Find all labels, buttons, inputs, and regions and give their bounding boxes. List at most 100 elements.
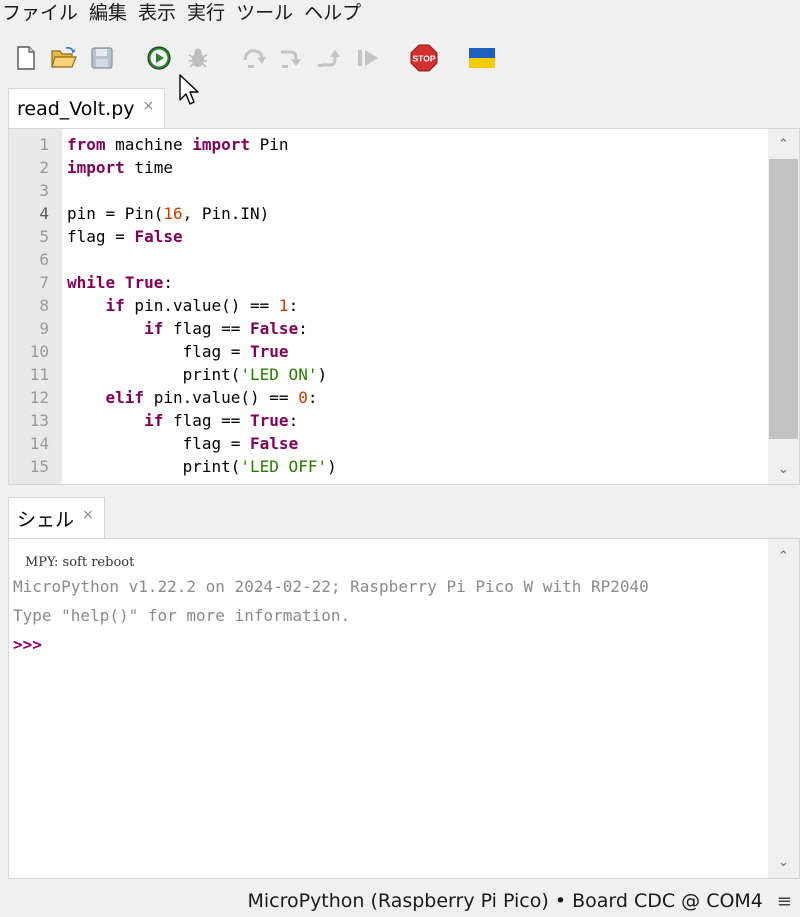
stop-icon: STOP <box>410 44 438 72</box>
save-file-button[interactable] <box>86 38 118 78</box>
interpreter-status[interactable]: MicroPython (Raspberry Pi Pico) • Board … <box>247 890 762 912</box>
ukraine-flag-icon <box>469 48 495 68</box>
line-number: 5 <box>39 227 49 246</box>
line-number: 6 <box>39 250 49 269</box>
scroll-up-arrow-icon[interactable]: ⌃ <box>768 541 799 571</box>
menu-edit[interactable]: 編集 <box>89 0 127 26</box>
shell-tab-title: シェル <box>17 508 75 531</box>
code-line[interactable]: 11 print('LED ON') <box>9 363 769 386</box>
toolbar: STOP <box>0 38 800 78</box>
scroll-down-arrow-icon[interactable]: ⌄ <box>768 454 799 484</box>
scroll-down-arrow-icon[interactable]: ⌄ <box>768 847 799 877</box>
code-area[interactable]: 1 from machine import Pin 2 import time 3 4 pi… <box>9 133 769 478</box>
run-icon <box>147 46 171 70</box>
code-line[interactable]: 3 <box>9 179 769 202</box>
new-file-icon <box>17 46 35 70</box>
shell-reboot-message: MPY: soft reboot <box>25 555 135 570</box>
step-over-icon <box>243 49 266 68</box>
line-number: 1 <box>39 135 49 154</box>
stop-button[interactable]: STOP <box>408 38 440 78</box>
line-number: 11 <box>29 365 49 384</box>
shell-banner: MicroPython v1.22.2 on 2024-02-22; Raspb… <box>13 577 649 596</box>
line-number: 15 <box>29 457 49 476</box>
editor-tab-bar: read_Volt.py × <box>0 88 800 128</box>
resume-button[interactable] <box>352 38 384 78</box>
line-number: 12 <box>29 388 49 407</box>
line-number: 8 <box>39 296 49 315</box>
code-line[interactable]: 2 import time <box>9 156 769 179</box>
step-over-button[interactable] <box>238 38 270 78</box>
debug-button[interactable] <box>182 38 214 78</box>
shell-prompt[interactable]: >>> <box>13 635 42 654</box>
shell-console[interactable]: MPY: soft reboot MicroPython v1.22.2 on … <box>8 538 800 879</box>
line-number: 14 <box>29 434 49 453</box>
line-number: 13 <box>29 411 49 430</box>
new-file-button[interactable] <box>10 38 42 78</box>
menu-tools[interactable]: ツール <box>236 0 293 26</box>
editor-vertical-scrollbar[interactable]: ⌃ ⌄ <box>768 129 799 484</box>
code-line[interactable]: 15 print('LED OFF') <box>9 455 769 478</box>
code-text: from machine import Pin <box>67 135 289 154</box>
code-line[interactable]: 5 flag = False <box>9 225 769 248</box>
menu-help[interactable]: ヘルプ <box>304 0 361 26</box>
code-text: if flag == False: <box>144 319 308 338</box>
code-line[interactable]: 13 if flag == True: <box>9 409 769 432</box>
resume-icon <box>358 50 378 66</box>
stop-label: STOP <box>413 54 436 64</box>
close-icon[interactable]: × <box>82 507 94 523</box>
step-into-icon <box>281 50 301 68</box>
code-text: pin = Pin(16, Pin.IN) <box>67 204 270 223</box>
code-line[interactable]: 1 from machine import Pin <box>9 133 769 156</box>
code-line[interactable]: 9 if flag == False: <box>9 317 769 340</box>
run-button[interactable] <box>143 38 175 78</box>
menu-bar: ファイル 編集 表示 実行 ツール ヘルプ <box>0 0 800 26</box>
scroll-thumb[interactable] <box>769 159 798 439</box>
mouse-pointer-icon <box>179 74 199 105</box>
code-line[interactable]: 6 <box>9 248 769 271</box>
step-into-button[interactable] <box>275 38 307 78</box>
shell-vertical-scrollbar[interactable]: ⌃ ⌄ <box>768 539 799 878</box>
step-out-icon <box>318 50 340 67</box>
code-text: flag = False <box>67 434 299 453</box>
ukraine-flag-button[interactable] <box>466 38 498 78</box>
menu-run[interactable]: 実行 <box>187 0 225 26</box>
line-number: 7 <box>39 273 49 292</box>
menu-view[interactable]: 表示 <box>138 0 176 26</box>
code-text: if pin.value() == 1: <box>105 296 299 315</box>
code-text: flag = True <box>67 342 289 361</box>
code-line[interactable]: 14 flag = False <box>9 432 769 455</box>
status-bar: MicroPython (Raspberry Pi Pico) • Board … <box>0 885 800 917</box>
tab-title: read_Volt.py <box>17 97 135 120</box>
line-number: 2 <box>39 158 49 177</box>
tab-shell[interactable]: シェル × <box>8 497 105 538</box>
code-line[interactable]: 7 while True: <box>9 271 769 294</box>
line-number: 9 <box>39 319 49 338</box>
folder-open-icon <box>51 47 77 68</box>
step-out-button[interactable] <box>314 38 346 78</box>
code-text: print('LED OFF') <box>67 457 337 476</box>
scroll-up-arrow-icon[interactable]: ⌃ <box>768 129 799 159</box>
shell-tab-bar: シェル × <box>0 497 800 538</box>
line-number: 3 <box>39 181 49 200</box>
code-text: flag = False <box>67 227 183 246</box>
code-line[interactable]: 10 flag = True <box>9 340 769 363</box>
code-line[interactable]: 4 pin = Pin(16, Pin.IN) <box>9 202 769 225</box>
code-line[interactable]: 8 if pin.value() == 1: <box>9 294 769 317</box>
hamburger-menu-icon[interactable]: ≡ <box>777 891 792 912</box>
bug-icon <box>188 48 208 68</box>
shell-help-hint: Type "help()" for more information. <box>13 606 351 625</box>
code-text: if flag == True: <box>144 411 299 430</box>
code-editor[interactable]: 1 from machine import Pin 2 import time 3 4 pi… <box>8 128 800 485</box>
save-icon <box>91 47 113 69</box>
menu-file[interactable]: ファイル <box>2 0 78 26</box>
line-number: 4 <box>39 204 49 223</box>
code-text: while True: <box>67 273 173 292</box>
code-text: print('LED ON') <box>67 365 328 384</box>
code-text: elif pin.value() == 0: <box>105 388 318 407</box>
open-file-button[interactable] <box>48 38 80 78</box>
close-icon[interactable]: × <box>143 98 155 114</box>
tab-read-volt-py[interactable]: read_Volt.py × <box>8 88 166 128</box>
line-number: 10 <box>29 342 49 361</box>
code-text: import time <box>67 158 173 177</box>
code-line[interactable]: 12 elif pin.value() == 0: <box>9 386 769 409</box>
